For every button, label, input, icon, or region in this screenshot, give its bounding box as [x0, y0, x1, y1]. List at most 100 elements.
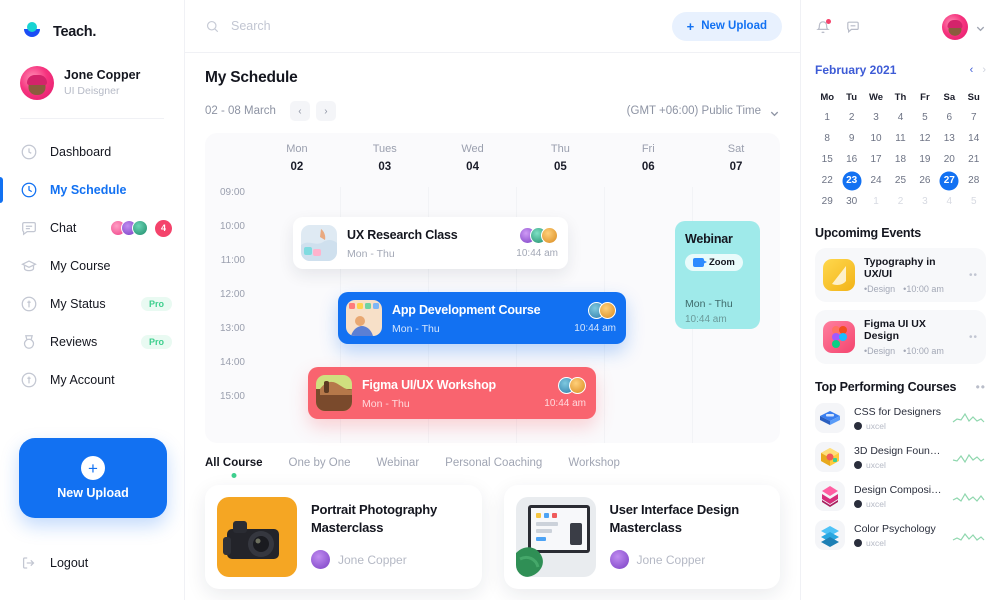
- top-courses-title: Top Performing Courses: [815, 380, 957, 394]
- mini-calendar-next[interactable]: ›: [982, 64, 986, 76]
- timezone-selector[interactable]: (GMT +06:00) Public Time: [627, 105, 780, 117]
- calendar-day-selected-end[interactable]: 27: [937, 170, 961, 191]
- day-number: 03: [378, 161, 392, 173]
- top-course-item[interactable]: 3D Design Foundations uxcel: [815, 442, 986, 472]
- calendar-day-outside[interactable]: 1: [864, 191, 888, 212]
- top-course-body: 3D Design Foundations uxcel: [854, 445, 943, 470]
- calendar-day-outside[interactable]: 4: [937, 191, 961, 212]
- sidebar-item-my-status[interactable]: My Status Pro: [0, 285, 184, 323]
- calendar-day[interactable]: 5: [913, 107, 937, 128]
- calendar-day-in-range[interactable]: 24: [864, 170, 888, 191]
- calendar-day[interactable]: 22: [815, 170, 839, 191]
- top-course-item[interactable]: Design Composition uxcel: [815, 481, 986, 511]
- calendar-day[interactable]: 13: [937, 128, 961, 149]
- sidebar: Teach. Jone Copper UI Deisgner Dashboard: [0, 0, 185, 600]
- calendar-event-app-development[interactable]: App Development Course Mon - Thu 10:44 a…: [338, 292, 626, 344]
- calendar-day-in-range[interactable]: 25: [888, 170, 912, 191]
- calendar-day[interactable]: 30: [839, 191, 863, 212]
- upcoming-event-item[interactable]: Figma UI UX Design •Design •10:00 am ••: [815, 310, 986, 364]
- calendar-day[interactable]: 17: [864, 149, 888, 170]
- calendar-day[interactable]: 9: [839, 128, 863, 149]
- prev-week-button[interactable]: ‹: [289, 101, 310, 121]
- message-icon[interactable]: [845, 19, 861, 35]
- tab-personal-coaching[interactable]: Personal Coaching: [445, 457, 542, 479]
- upcoming-event-menu[interactable]: ••: [969, 270, 978, 281]
- calendar-day-in-range[interactable]: 26: [913, 170, 937, 191]
- calendar-day[interactable]: 14: [962, 128, 986, 149]
- new-upload-button[interactable]: + New Upload: [671, 11, 782, 41]
- sidebar-item-chat[interactable]: Chat 4: [0, 209, 184, 247]
- search-input[interactable]: [231, 19, 491, 33]
- mini-calendar-prev[interactable]: ‹: [970, 64, 974, 76]
- calendar-event-figma-workshop[interactable]: Figma UI/UX Workshop Mon - Thu 10:44 am: [308, 367, 596, 419]
- calendar-day-header: Wed 04: [429, 143, 517, 173]
- logout-button[interactable]: Logout: [20, 554, 88, 572]
- calendar-day[interactable]: 2: [839, 107, 863, 128]
- calendar-day-header: Tues 03: [341, 143, 429, 173]
- top-course-item[interactable]: Color Psychology uxcel: [815, 520, 986, 550]
- calendar-day[interactable]: 16: [839, 149, 863, 170]
- tab-one-by-one[interactable]: One by One: [289, 457, 351, 479]
- bell-icon[interactable]: [815, 18, 831, 35]
- calendar-day[interactable]: 28: [962, 170, 986, 191]
- calendar-event-webinar[interactable]: Webinar Zoom Mon - Thu 10:44 am: [675, 221, 760, 329]
- mini-calendar-week: 1 2 3 4 5 6 7: [815, 107, 986, 128]
- calendar-day[interactable]: 15: [815, 149, 839, 170]
- user-menu[interactable]: [942, 13, 986, 40]
- calendar-day[interactable]: 29: [815, 191, 839, 212]
- calendar-day[interactable]: 6: [937, 107, 961, 128]
- sidebar-profile[interactable]: Jone Copper UI Deisgner: [0, 44, 184, 100]
- top-course-item[interactable]: CSS for Designers uxcel: [815, 403, 986, 433]
- calendar-day[interactable]: 18: [888, 149, 912, 170]
- calendar-day-outside[interactable]: 2: [888, 191, 912, 212]
- new-upload-card-button[interactable]: + New Upload: [19, 438, 167, 518]
- course-card[interactable]: Portrait Photography Masterclass Jone Co…: [205, 485, 482, 589]
- tab-webinar[interactable]: Webinar: [377, 457, 420, 479]
- calendar-day-header: Mon 02: [253, 143, 341, 173]
- next-week-button[interactable]: ›: [315, 101, 336, 121]
- day-name: Mon: [286, 143, 308, 155]
- event-days: Mon - Thu: [392, 323, 440, 335]
- calendar-day[interactable]: 1: [815, 107, 839, 128]
- calendar-day[interactable]: 4: [888, 107, 912, 128]
- calendar-day[interactable]: 8: [815, 128, 839, 149]
- event-attendees: [544, 377, 586, 394]
- sidebar-item-my-schedule[interactable]: My Schedule: [0, 171, 184, 209]
- profile-role: UI Deisgner: [64, 85, 120, 98]
- upcoming-event-item[interactable]: Typography in UX/UI •Design •10:00 am ••: [815, 248, 986, 302]
- calendar-day[interactable]: 21: [962, 149, 986, 170]
- chat-unread-badge: 4: [155, 219, 172, 237]
- upcoming-event-menu[interactable]: ••: [969, 332, 978, 343]
- sidebar-item-my-course[interactable]: My Course: [0, 247, 184, 285]
- sidebar-item-dashboard[interactable]: Dashboard: [0, 133, 184, 171]
- sidebar-item-reviews[interactable]: Reviews Pro: [0, 323, 184, 361]
- calendar-day-headers: Mon 02 Tues 03 Wed 04 Thu 05 Fri 06 Sat …: [205, 133, 780, 173]
- calendar-day[interactable]: 3: [864, 107, 888, 128]
- chat-avatars: [110, 220, 148, 236]
- calendar-day[interactable]: 20: [937, 149, 961, 170]
- day-number: 04: [466, 161, 479, 173]
- tab-all-course[interactable]: All Course: [205, 457, 263, 479]
- calendar-day-outside[interactable]: 3: [913, 191, 937, 212]
- zoom-video-icon: [693, 258, 707, 267]
- calendar-day[interactable]: 11: [888, 128, 912, 149]
- search-container[interactable]: [205, 19, 672, 34]
- calendar-day-selected-start[interactable]: 23: [839, 170, 863, 191]
- course-title: User Interface Design Masterclass: [609, 502, 740, 535]
- webinar-title: Webinar: [685, 232, 733, 246]
- calendar-day-outside[interactable]: 5: [962, 191, 986, 212]
- calendar-day[interactable]: 19: [913, 149, 937, 170]
- time-axis: 09:00 10:00 11:00 12:00 13:00 14:00 15:0…: [205, 187, 253, 425]
- event-title: UX Research Class: [347, 228, 458, 242]
- calendar-day[interactable]: 7: [962, 107, 986, 128]
- top-courses-menu[interactable]: ••: [976, 380, 986, 394]
- course-card[interactable]: User Interface Design Masterclass Jone C…: [503, 485, 780, 589]
- zoom-chip[interactable]: Zoom: [685, 254, 743, 271]
- calendar-day[interactable]: 12: [913, 128, 937, 149]
- brand[interactable]: Teach.: [0, 0, 184, 44]
- calendar-event-ux-research[interactable]: UX Research Class Mon - Thu 10:44 am: [293, 217, 568, 269]
- sidebar-item-my-account[interactable]: My Account: [0, 361, 184, 399]
- sidebar-item-label: Dashboard: [50, 145, 112, 159]
- tab-workshop[interactable]: Workshop: [568, 457, 620, 479]
- calendar-day[interactable]: 10: [864, 128, 888, 149]
